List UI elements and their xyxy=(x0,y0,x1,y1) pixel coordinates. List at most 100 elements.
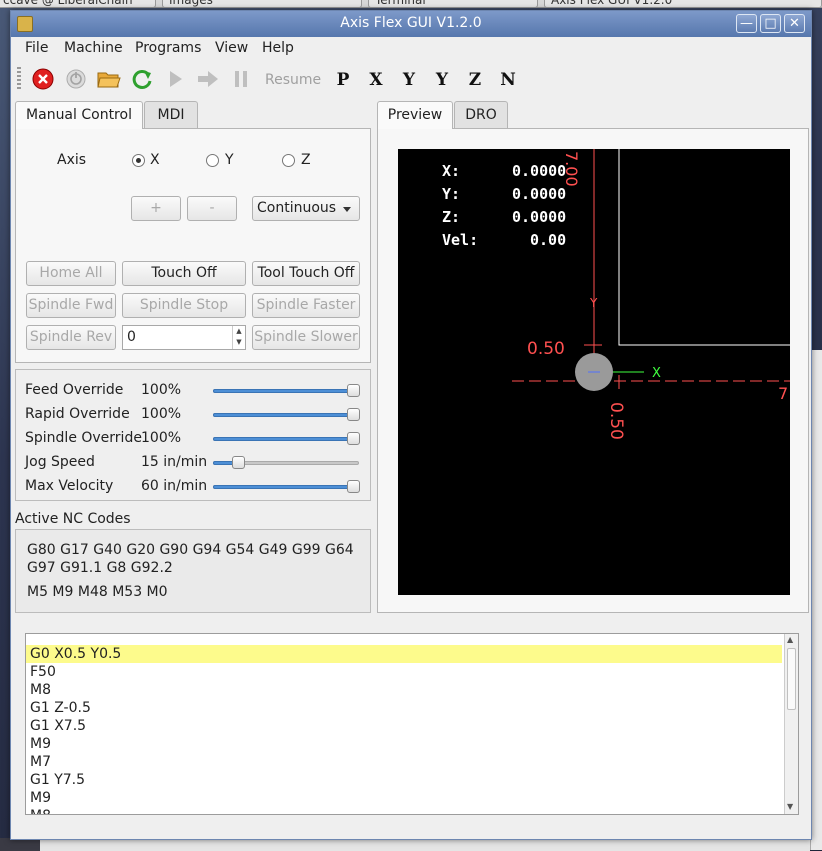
gcode-line[interactable]: M9 xyxy=(30,789,51,807)
gcode-listing[interactable]: G0 X0.5 Y0.5 F50 M8 G1 Z-0.5 G1 X7.5 M9 M7 G1 Y… xyxy=(25,633,799,815)
run-icon[interactable] xyxy=(162,67,188,91)
jog-minus-button[interactable]: - xyxy=(187,196,237,221)
reload-icon[interactable] xyxy=(129,67,155,91)
override-label: Spindle Override xyxy=(25,430,142,446)
menu-programs[interactable]: Programs xyxy=(135,40,201,56)
title-bar[interactable]: Axis Flex GUI V1.2.0 — □ ✕ xyxy=(11,11,811,37)
spin-arrows[interactable]: ▲ ▼ xyxy=(232,326,245,349)
menu-file[interactable]: File xyxy=(25,40,48,56)
overrides-panel: Feed Override 100% Rapid Override 100% Spind… xyxy=(15,369,371,501)
step-icon[interactable] xyxy=(195,67,221,91)
close-button[interactable]: ✕ xyxy=(784,14,805,33)
slider-handle[interactable] xyxy=(347,480,360,493)
gcode-line[interactable]: G1 X7.5 xyxy=(30,717,86,735)
menu-help[interactable]: Help xyxy=(262,40,294,56)
spindle-faster-button[interactable]: Spindle Faster xyxy=(252,293,360,318)
open-folder-icon[interactable] xyxy=(96,67,122,91)
view-y2-icon[interactable]: Y xyxy=(430,69,454,91)
minimize-button[interactable]: — xyxy=(736,14,757,33)
view-z-icon[interactable]: Z xyxy=(463,69,487,91)
tab-dro[interactable]: DRO xyxy=(454,101,508,128)
tab-preview[interactable]: Preview xyxy=(377,101,453,129)
active-gcodes-line1: G80 G17 G40 G20 G90 G94 G54 G49 G99 G64 xyxy=(27,542,354,558)
dro-z-value: 0.0000 xyxy=(512,208,567,226)
gcode-scrollbar[interactable]: ▲ ▼ xyxy=(784,634,798,814)
toolbar: Resume P X Y Y Z N xyxy=(11,61,811,97)
scrollbar-thumb[interactable] xyxy=(787,648,796,710)
view-p-icon[interactable]: P xyxy=(331,69,355,91)
spindle-rev-button[interactable]: Spindle Rev xyxy=(26,325,116,350)
gcode-line[interactable]: F50 xyxy=(30,663,56,681)
resume-button[interactable]: Resume xyxy=(265,72,321,88)
spindle-speed-value: 0 xyxy=(127,329,136,345)
slider-handle[interactable] xyxy=(347,408,360,421)
slider-fill xyxy=(213,485,353,489)
slider-handle[interactable] xyxy=(347,432,360,445)
pause-icon[interactable] xyxy=(228,67,254,91)
preview-pane: X Y 0.50 0.50 7.00 7 X: 0.0000 Y: 0.0000… xyxy=(377,128,809,613)
slider-fill xyxy=(213,437,353,441)
view-x-icon[interactable]: X xyxy=(364,69,388,91)
maximize-button[interactable]: □ xyxy=(760,14,781,33)
override-slider[interactable] xyxy=(213,432,360,446)
spindle-fwd-button[interactable]: Spindle Fwd xyxy=(26,293,116,318)
estop-icon[interactable] xyxy=(30,67,56,91)
gcode-line[interactable]: M8 xyxy=(30,681,51,699)
jog-mode-select[interactable]: Continuous xyxy=(252,196,360,221)
power-icon[interactable] xyxy=(63,67,89,91)
spindle-stop-button[interactable]: Spindle Stop xyxy=(122,293,246,318)
axis-radio-x[interactable] xyxy=(132,154,145,167)
taskbar-tab[interactable]: Axis Flex GUI V1.2.0 xyxy=(544,0,822,7)
axis-radio-x-label: X xyxy=(150,152,160,168)
dim-vertical-line xyxy=(584,149,602,346)
tab-mdi[interactable]: MDI xyxy=(144,101,198,128)
slider-handle[interactable] xyxy=(347,384,360,397)
jog-plus-button[interactable]: + xyxy=(131,196,181,221)
taskbar-tab[interactable]: Images xyxy=(162,0,362,7)
view-n-icon[interactable]: N xyxy=(496,69,520,91)
axis-radio-y[interactable] xyxy=(206,154,219,167)
override-slider[interactable] xyxy=(213,480,360,494)
override-slider[interactable] xyxy=(213,408,360,422)
window-title: Axis Flex GUI V1.2.0 xyxy=(340,15,482,31)
gcode-line[interactable]: G1 Z-0.5 xyxy=(30,699,91,717)
taskbar-tab[interactable]: ccave @ LiberalChain xyxy=(0,0,156,7)
active-mcodes: M5 M9 M48 M53 M0 xyxy=(27,584,168,600)
gcode-line[interactable]: G1 Y7.5 xyxy=(30,771,85,789)
toolpath-preview[interactable]: X Y 0.50 0.50 7.00 7 X: 0.0000 Y: 0.0000… xyxy=(398,149,790,595)
tool-touch-off-button[interactable]: Tool Touch Off xyxy=(252,261,360,286)
override-value: 60 in/min xyxy=(141,478,208,494)
dro-x: X: xyxy=(442,162,461,180)
gcode-current-line[interactable]: G0 X0.5 Y0.5 xyxy=(26,645,782,663)
right-dim-label: 7 xyxy=(778,384,788,403)
view-y-icon[interactable]: Y xyxy=(397,69,421,91)
override-label: Rapid Override xyxy=(25,406,130,422)
scroll-down-icon[interactable]: ▼ xyxy=(787,802,793,811)
override-slider[interactable] xyxy=(213,456,359,470)
menu-view[interactable]: View xyxy=(215,40,248,56)
touch-off-button[interactable]: Touch Off xyxy=(122,261,246,286)
spindle-speed-input[interactable]: 0 ▲ ▼ xyxy=(122,325,246,350)
override-slider[interactable] xyxy=(213,384,360,398)
home-all-button[interactable]: Home All xyxy=(26,261,116,286)
tab-manual-control[interactable]: Manual Control xyxy=(15,101,143,129)
slider-handle[interactable] xyxy=(232,456,246,469)
active-nc-codes-heading: Active NC Codes xyxy=(15,511,131,527)
spindle-slower-button[interactable]: Spindle Slower xyxy=(252,325,360,350)
active-nc-codes-box: G80 G17 G40 G20 G90 G94 G54 G49 G99 G64 … xyxy=(15,529,371,613)
override-label: Max Velocity xyxy=(25,478,114,494)
taskbar-tab[interactable]: Terminal xyxy=(368,0,538,7)
toolbar-grip-icon[interactable] xyxy=(17,67,21,91)
gcode-line[interactable]: M9 xyxy=(30,735,51,753)
menu-machine[interactable]: Machine xyxy=(64,40,123,56)
axis-radio-z[interactable] xyxy=(282,154,295,167)
axis-y-label: Y xyxy=(589,296,598,310)
desktop-taskbar: ccave @ LiberalChain Images Terminal Axi… xyxy=(0,0,822,8)
gcode-line[interactable]: M7 xyxy=(30,753,51,771)
axis-x-label: X xyxy=(652,366,661,381)
manual-control-pane: Axis X Y Z + - Continuous Home All Touch… xyxy=(15,128,371,363)
override-value: 100% xyxy=(141,430,182,446)
dro-z: Z: xyxy=(442,208,461,226)
gcode-line[interactable]: M8 xyxy=(30,807,51,814)
scroll-up-icon[interactable]: ▲ xyxy=(787,635,793,644)
